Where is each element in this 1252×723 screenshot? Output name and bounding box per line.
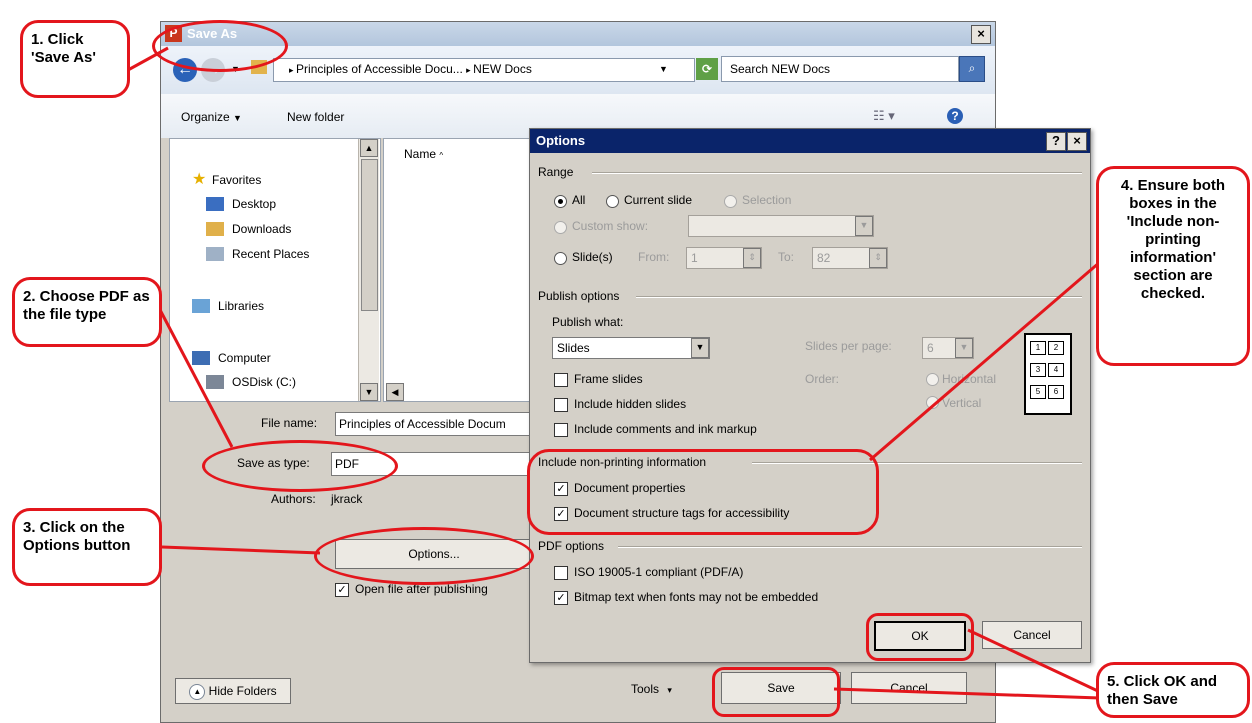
callout-1: 1. Click 'Save As'	[20, 20, 130, 98]
highlight-options-button	[314, 527, 534, 585]
highlight-ok-button	[866, 613, 974, 661]
highlight-save-type	[202, 440, 398, 492]
highlight-save-button	[712, 667, 840, 717]
callout-3: 3. Click on the Options button	[12, 508, 162, 586]
callout-connectors	[127, 46, 1101, 700]
callout-5: 5. Click OK and then Save	[1096, 662, 1250, 718]
callout-4: 4. Ensure both boxes in the 'Include non…	[1096, 166, 1250, 366]
highlight-save-as-title	[152, 20, 288, 72]
highlight-nonprinting-section	[527, 449, 879, 535]
callout-2: 2. Choose PDF as the file type	[12, 277, 162, 347]
